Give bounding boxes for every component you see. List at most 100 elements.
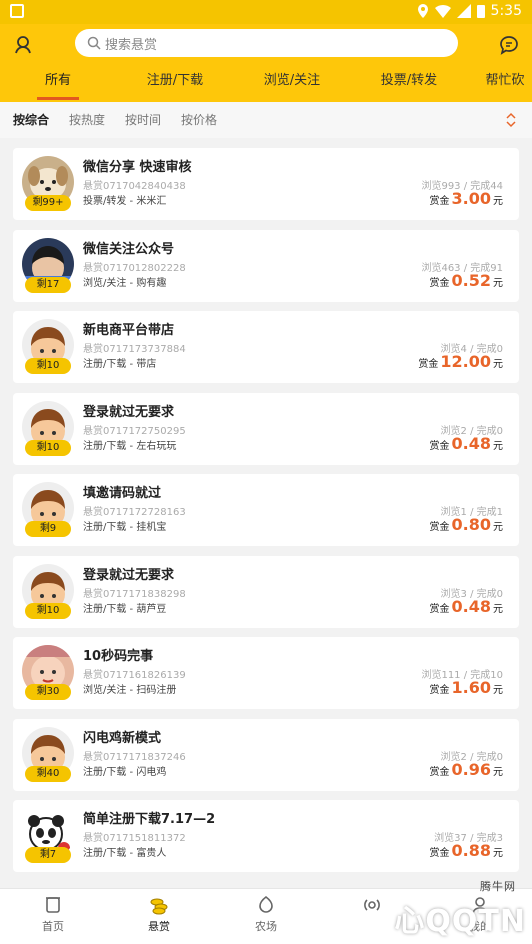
nav-rewards[interactable]: 悬赏 bbox=[129, 895, 189, 934]
reward-card[interactable]: 剩40 闪电鸡新模式 悬赏0717171837246 注册/下载 - 闪电鸡 浏览2 /… bbox=[13, 718, 519, 791]
reward-card[interactable]: 剩10 登录就过无要求 悬赏0717171838298 注册/下载 - 葫芦豆 浏览3 … bbox=[13, 555, 519, 628]
card-reward: 赏金 0.80 元 bbox=[430, 515, 503, 534]
wifi-icon bbox=[434, 5, 451, 18]
profile-button[interactable] bbox=[10, 32, 36, 58]
card-id: 悬赏0717172728163 bbox=[83, 507, 186, 518]
remaining-badge: 剩10 bbox=[25, 602, 71, 619]
reward-amount: 12.00 bbox=[440, 352, 491, 371]
watermark-small: 腾牛网 bbox=[480, 880, 516, 893]
nav-farm-label: 农场 bbox=[255, 920, 277, 933]
card-title: 新电商平台带店 bbox=[83, 323, 175, 338]
remaining-badge: 剩40 bbox=[25, 765, 71, 782]
reward-label: 赏金 bbox=[429, 603, 450, 615]
nav-home-label: 首页 bbox=[42, 920, 64, 933]
active-tab-indicator bbox=[37, 97, 79, 100]
remaining-badge: 剩17 bbox=[25, 276, 71, 293]
remaining-badge: 剩7 bbox=[25, 847, 71, 863]
reward-unit: 元 bbox=[493, 766, 503, 778]
reward-amount: 0.52 bbox=[451, 270, 491, 290]
search-input[interactable]: 搜索悬赏 bbox=[75, 29, 458, 57]
card-category: 注册/下载 - 富贵人 bbox=[83, 848, 167, 859]
reward-card[interactable]: 剩7 简单注册下载7.17—2 悬赏0717151811372 注册/下载 - 富贵人… bbox=[13, 800, 519, 872]
card-id: 悬赏0717171837246 bbox=[83, 751, 186, 763]
remaining-badge: 剩9 bbox=[25, 521, 71, 537]
reward-unit: 元 bbox=[493, 196, 503, 207]
nav-home[interactable]: 首页 bbox=[23, 895, 83, 934]
tab-help-bargain[interactable]: 帮忙砍 bbox=[470, 66, 532, 102]
sort-bar: 按综合 按热度 按时间 按价格 bbox=[0, 102, 532, 138]
card-id: 悬赏0717161826139 bbox=[83, 670, 186, 681]
reward-unit: 元 bbox=[493, 440, 503, 452]
card-id: 悬赏0717172750295 bbox=[83, 425, 186, 437]
search-icon bbox=[87, 36, 101, 50]
reward-label: 赏金 bbox=[429, 848, 450, 859]
reward-card[interactable]: 剩30 10秒码完事 悬赏0717161826139 浏览/关注 - 扫码注册 浏览11… bbox=[13, 637, 519, 709]
reward-card[interactable]: 剩10 登录就过无要求 悬赏0717172750295 注册/下载 - 左右玩玩 浏览2… bbox=[13, 392, 519, 465]
card-reward: 赏金 0.48 元 bbox=[430, 597, 503, 616]
reward-amount: 0.88 bbox=[451, 841, 491, 860]
card-category: 注册/下载 - 闪电鸡 bbox=[83, 766, 167, 778]
tab-register-download[interactable]: 注册/下载 bbox=[140, 66, 210, 102]
card-title: 微信关注公众号 bbox=[83, 241, 175, 257]
reward-label: 赏金 bbox=[429, 277, 450, 289]
seed-icon bbox=[259, 895, 273, 913]
card-id: 悬赏0717042840438 bbox=[83, 181, 186, 192]
watermark-logo: 腾牛网 心QQTN bbox=[394, 880, 526, 940]
card-title: 10秒码完事 bbox=[83, 649, 154, 664]
location-icon bbox=[417, 4, 428, 18]
messages-button[interactable] bbox=[496, 32, 522, 58]
notification-icon bbox=[10, 4, 24, 18]
reward-card[interactable]: 剩9 填邀请码就过 悬赏0717172728163 注册/下载 - 挂机宝 浏览1 / … bbox=[13, 474, 519, 546]
reward-card[interactable]: 剩17 微信关注公众号 悬赏0717012802228 浏览/关注 - 购有趣 浏览46… bbox=[13, 229, 519, 302]
signal-icon bbox=[456, 4, 471, 18]
card-reward: 赏金 3.00 元 bbox=[430, 189, 503, 208]
watermark-text: QQTN bbox=[425, 904, 526, 939]
reward-unit: 元 bbox=[493, 603, 503, 615]
card-reward: 赏金 0.48 元 bbox=[430, 434, 503, 453]
card-category: 浏览/关注 - 购有趣 bbox=[83, 277, 167, 289]
reward-amount: 0.80 bbox=[451, 515, 491, 534]
nav-farm[interactable]: 农场 bbox=[236, 895, 296, 934]
sort-price[interactable]: 按价格 bbox=[181, 102, 217, 138]
sort-time[interactable]: 按时间 bbox=[125, 102, 161, 138]
reward-label: 赏金 bbox=[418, 359, 439, 370]
reward-label: 赏金 bbox=[429, 440, 450, 452]
reward-label: 赏金 bbox=[429, 766, 450, 778]
category-tabs: 所有 注册/下载 浏览/关注 投票/转发 帮忙砍 bbox=[0, 66, 532, 102]
signal-wave-icon bbox=[364, 899, 380, 911]
reward-amount: 0.96 bbox=[451, 759, 491, 779]
card-id: 悬赏0717171838298 bbox=[83, 588, 186, 600]
card-category: 投票/转发 - 米米汇 bbox=[83, 196, 167, 207]
watermark-letter: 心 bbox=[394, 904, 426, 939]
card-id: 悬赏0717151811372 bbox=[83, 833, 186, 844]
card-category: 注册/下载 - 左右玩玩 bbox=[83, 440, 177, 452]
reward-amount: 3.00 bbox=[451, 189, 491, 208]
card-id: 悬赏0717173737884 bbox=[83, 344, 186, 355]
card-reward: 赏金 12.00 元 bbox=[418, 352, 503, 371]
card-category: 注册/下载 - 挂机宝 bbox=[83, 522, 167, 533]
reward-amount: 0.48 bbox=[451, 433, 491, 453]
tab-browse-follow[interactable]: 浏览/关注 bbox=[257, 66, 327, 102]
home-icon bbox=[46, 897, 60, 913]
reward-unit: 元 bbox=[493, 277, 503, 289]
sort-direction-icon[interactable] bbox=[506, 112, 516, 128]
status-icons: 5:35 bbox=[417, 3, 522, 19]
sort-popularity[interactable]: 按热度 bbox=[69, 102, 105, 138]
reward-amount: 1.60 bbox=[451, 678, 491, 697]
card-title: 闪电鸡新模式 bbox=[83, 730, 162, 746]
remaining-badge: 剩10 bbox=[25, 358, 71, 374]
card-id: 悬赏0717012802228 bbox=[83, 262, 186, 274]
reward-unit: 元 bbox=[493, 359, 503, 370]
card-reward: 赏金 0.52 元 bbox=[430, 271, 503, 290]
tab-vote-forward[interactable]: 投票/转发 bbox=[374, 66, 444, 102]
card-title: 微信分享 快速审核 bbox=[83, 160, 192, 175]
reward-label: 赏金 bbox=[429, 196, 450, 207]
reward-label: 赏金 bbox=[429, 522, 450, 533]
sort-comprehensive[interactable]: 按综合 bbox=[13, 102, 49, 138]
reward-card[interactable]: 剩99+ 微信分享 快速审核 悬赏0717042840438 投票/转发 - 米米汇浏… bbox=[13, 148, 519, 220]
card-title: 简单注册下载7.17—2 bbox=[83, 812, 216, 827]
reward-card[interactable]: 剩10 新电商平台带店 悬赏0717173737884 注册/下载 - 带店 浏览4 /… bbox=[13, 311, 519, 383]
reward-unit: 元 bbox=[493, 522, 503, 533]
search-placeholder: 搜索悬赏 bbox=[105, 37, 158, 53]
nav-tasks[interactable] bbox=[342, 895, 402, 918]
